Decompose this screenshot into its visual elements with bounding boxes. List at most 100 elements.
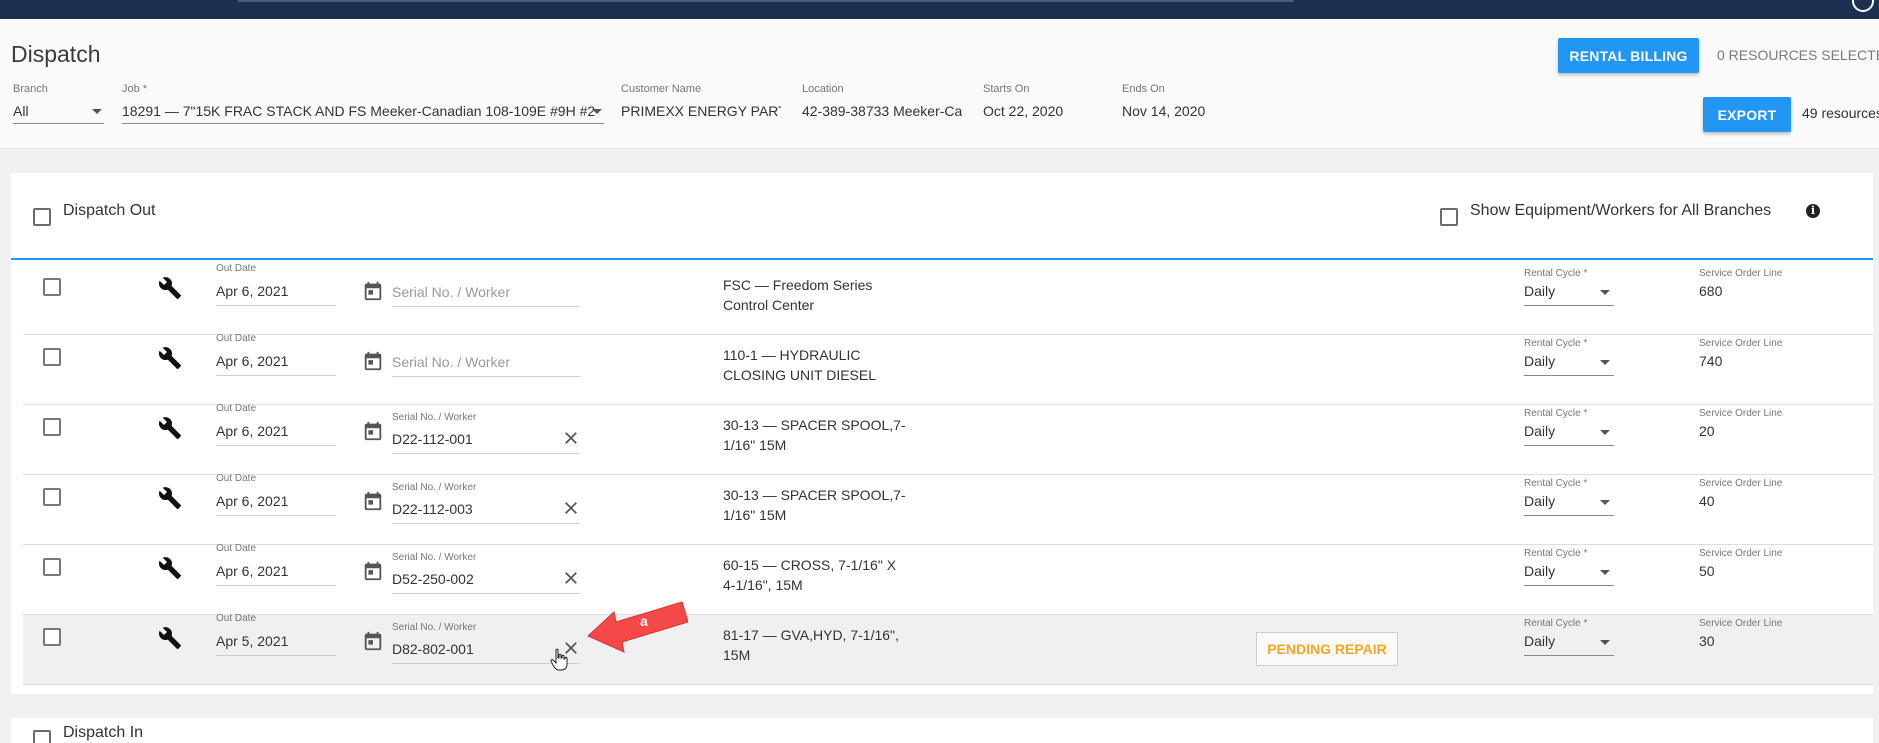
item-description-line-1: 81-17 — GVA,HYD, 7-1/16", (723, 627, 899, 643)
wrench-icon (158, 346, 182, 370)
dispatch-out-select-all-checkbox[interactable] (33, 208, 51, 226)
service-order-line-value: 50 (1699, 563, 1715, 579)
page-title: Dispatch (11, 41, 101, 67)
row-checkbox[interactable] (43, 628, 61, 646)
service-order-line-value: 680 (1699, 283, 1723, 299)
item-description-line-2: 4-1/16", 15M (723, 577, 803, 593)
show-all-branches-label: Show Equipment/Workers for All Branches (1470, 202, 1772, 219)
out-date-input[interactable]: Apr 6, 2021 (216, 283, 336, 306)
serial-input[interactable]: D22-112-003 (392, 501, 580, 524)
job-select[interactable]: Job * 18291 — 7"15K FRAC STACK AND FS Me… (122, 83, 604, 124)
branch-select[interactable]: Branch All (13, 83, 104, 124)
row-checkbox[interactable] (43, 488, 61, 506)
service-order-line-value: 20 (1699, 423, 1715, 439)
item-description-line-1: 30-13 — SPACER SPOOL,7- (723, 487, 906, 503)
starts-label: Starts On (983, 83, 1030, 95)
rental-billing-button[interactable]: RENTAL BILLING (1558, 38, 1699, 73)
clear-icon[interactable] (562, 569, 580, 587)
dispatch-header: Dispatch RENTAL BILLING 0 RESOURCES SELE… (0, 19, 1879, 149)
location-label: Location (802, 83, 844, 95)
ends-on-field: Ends On Nov 14, 2020 (1122, 83, 1242, 119)
item-description-line-2: 15M (723, 647, 751, 663)
clear-icon[interactable] (562, 429, 580, 447)
ends-value: Nov 14, 2020 (1122, 103, 1206, 119)
resources-total-count: 49 resources (1802, 105, 1879, 121)
item-description: 110-1 — HYDRAULIC CLOSING UNIT DIESEL (723, 345, 923, 385)
item-description-line-1: 110-1 — HYDRAULIC (723, 347, 861, 363)
wrench-icon (158, 626, 182, 650)
chevron-down-icon (92, 109, 102, 114)
chevron-down-icon (1600, 570, 1610, 575)
item-description: 30-13 — SPACER SPOOL,7- 1/16" 15M (723, 485, 923, 525)
out-date-input[interactable]: Apr 6, 2021 (216, 423, 336, 446)
table-row: Out Date Apr 6, 2021 Serial No. / Worker D2… (23, 403, 1873, 475)
dispatch-in-select-all-checkbox[interactable] (33, 730, 51, 743)
job-label: Job * (122, 83, 148, 95)
rental-cycle-select[interactable]: Daily (1524, 283, 1614, 306)
out-date-input[interactable]: Apr 6, 2021 (216, 493, 336, 516)
row-checkbox[interactable] (43, 418, 61, 436)
global-search-bar[interactable] (238, 0, 1294, 2)
out-date-input[interactable]: Apr 6, 2021 (216, 563, 336, 586)
calendar-icon[interactable] (362, 420, 384, 442)
row-checkbox[interactable] (43, 278, 61, 296)
calendar-icon[interactable] (362, 630, 384, 652)
wrench-icon (158, 556, 182, 580)
out-date-label: Out Date (216, 263, 257, 274)
resources-selected-count: 0 RESOURCES SELECTED (1717, 47, 1879, 63)
row-checkbox[interactable] (43, 348, 61, 366)
calendar-icon[interactable] (362, 490, 384, 512)
rental-cycle-value: Daily (1524, 493, 1556, 509)
rental-cycle-value: Daily (1524, 283, 1556, 299)
item-description-line-1: 60-15 — CROSS, 7-1/16" X (723, 557, 897, 573)
out-date-label: Out Date (216, 333, 257, 344)
item-description-line-1: FSC — Freedom Series (723, 277, 873, 293)
rental-cycle-label: Rental Cycle * (1524, 618, 1588, 629)
rental-cycle-select[interactable]: Daily (1524, 353, 1614, 376)
location-value: 42-389-38733 Meeker-Canadian (802, 103, 962, 119)
serial-input[interactable]: D22-112-001 (392, 431, 580, 454)
rental-cycle-label: Rental Cycle * (1524, 268, 1588, 279)
serial-label: Serial No. / Worker (392, 482, 477, 493)
calendar-icon[interactable] (362, 280, 384, 302)
show-all-branches-checkbox[interactable] (1440, 208, 1458, 226)
annotation-arrow: a (587, 601, 688, 653)
serial-label: Serial No. / Worker (392, 412, 477, 423)
wrench-icon (158, 276, 182, 300)
rental-cycle-label: Rental Cycle * (1524, 548, 1588, 559)
calendar-icon[interactable] (362, 560, 384, 582)
table-row: Out Date Apr 6, 2021 Serial No. / Worker FS… (23, 263, 1873, 335)
wrench-icon (158, 486, 182, 510)
rental-cycle-select[interactable]: Daily (1524, 563, 1614, 586)
table-row: Out Date Apr 6, 2021 Serial No. / Worker 11… (23, 333, 1873, 405)
chevron-down-icon (1600, 640, 1610, 645)
customer-value: PRIMEXX ENERGY PARTNERS (621, 103, 781, 119)
clear-icon[interactable] (562, 499, 580, 517)
calendar-icon[interactable] (362, 350, 384, 372)
item-description: FSC — Freedom Series Control Center (723, 275, 923, 315)
chevron-down-icon (1600, 360, 1610, 365)
row-checkbox[interactable] (43, 558, 61, 576)
service-order-line-label: Service Order Line (1699, 268, 1783, 279)
dispatch-in-card: Dispatch In (11, 718, 1873, 743)
serial-input[interactable]: Serial No. / Worker (392, 354, 580, 377)
chevron-down-icon (1600, 500, 1610, 505)
serial-input[interactable]: Serial No. / Worker (392, 284, 580, 307)
service-order-line-value: 30 (1699, 633, 1715, 649)
export-button[interactable]: EXPORT (1703, 97, 1791, 132)
user-avatar[interactable] (1852, 0, 1874, 12)
rental-cycle-select[interactable]: Daily (1524, 493, 1614, 516)
customer-label: Customer Name (621, 83, 702, 95)
pending-repair-badge[interactable]: PENDING REPAIR (1256, 632, 1398, 666)
out-date-input[interactable]: Apr 5, 2021 (216, 633, 336, 656)
out-date-input[interactable]: Apr 6, 2021 (216, 353, 336, 376)
rental-cycle-select[interactable]: Daily (1524, 633, 1614, 656)
out-date-label: Out Date (216, 613, 257, 624)
top-navbar (0, 0, 1879, 19)
table-row: Out Date Apr 6, 2021 Serial No. / Worker D5… (23, 543, 1873, 615)
rental-cycle-label: Rental Cycle * (1524, 478, 1588, 489)
info-icon[interactable]: i (1806, 204, 1820, 218)
serial-input[interactable]: D52-250-002 (392, 571, 580, 594)
item-description: 81-17 — GVA,HYD, 7-1/16", 15M (723, 625, 923, 665)
rental-cycle-select[interactable]: Daily (1524, 423, 1614, 446)
